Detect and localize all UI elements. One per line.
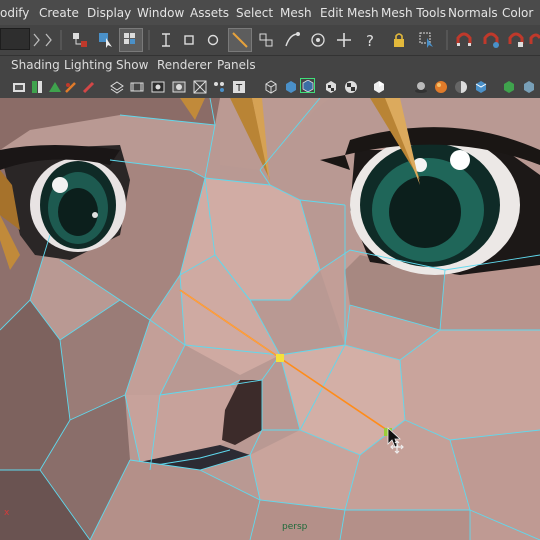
texture-icon[interactable] [322,78,339,95]
menu-mesh[interactable]: Mesh [280,6,312,20]
menu-modify[interactable]: odify [0,6,29,20]
gate-mask-icon[interactable] [170,78,187,95]
smooth-shade-icon[interactable] [282,78,299,95]
svg-text:T: T [235,83,243,94]
panel-menu-show[interactable]: Show [116,58,148,72]
menu-color[interactable]: Color [502,6,533,20]
circle-mode-icon[interactable] [201,28,225,52]
chevron-right-icon[interactable] [32,28,42,52]
toolbar-divider [58,28,64,52]
main-menubar: odify Create Display Window Assets Selec… [0,0,540,26]
magnet-icon[interactable] [452,28,476,52]
xray-icon[interactable] [520,78,537,95]
menu-display[interactable]: Display [87,6,131,20]
menu-assets[interactable]: Assets [190,6,229,20]
face-mesh [0,98,540,540]
panel-menu-lighting[interactable]: Lighting [64,58,113,72]
panel-menu-shading[interactable]: Shading [11,58,60,72]
resolution-gate-icon[interactable] [149,78,166,95]
wireframe-on-shaded-icon[interactable] [300,78,315,93]
toolbar-divider [444,28,450,52]
plus-icon[interactable] [332,28,356,52]
bookmark-icon[interactable] [28,78,45,95]
perspective-viewport[interactable]: x persp [0,98,540,540]
menu-create[interactable]: Create [39,6,79,20]
lock-icon[interactable] [387,28,411,52]
safe-action-icon[interactable] [210,78,227,95]
multisample-icon[interactable] [472,78,489,95]
motion-blur-icon[interactable] [452,78,469,95]
checker-icon[interactable] [342,78,359,95]
field-chart-icon[interactable] [191,78,208,95]
film-gate-icon[interactable] [128,78,145,95]
axis-x-label: x [4,508,10,518]
grease-pencil-icon[interactable] [62,78,79,95]
wireframe-icon[interactable] [262,78,279,95]
square-mode-icon[interactable] [177,28,201,52]
viewport-panel-menu: Shading Lighting Show Renderer Panels [0,56,540,75]
magnet-icon[interactable] [504,28,528,52]
text-title-icon[interactable]: T [230,78,247,95]
select-tool-icon[interactable] [415,28,439,52]
panel-menu-panels[interactable]: Panels [217,58,256,72]
magnet-icon[interactable] [528,28,540,52]
snap-to-point-icon[interactable] [280,28,304,52]
menu-edit-mesh[interactable]: Edit Mesh [320,6,379,20]
toolbar-divider [146,28,152,52]
panel-menu-renderer[interactable]: Renderer [157,58,212,72]
lights-icon[interactable] [370,78,387,95]
vertex-handle [276,354,284,362]
snap-to-grid-icon[interactable] [254,28,278,52]
svg-text:?: ? [366,32,374,50]
help-icon[interactable]: ? [358,28,382,52]
menu-set-dropdown[interactable] [0,28,30,50]
status-line-toolbar: ? [0,25,540,56]
snap-to-view-icon[interactable] [306,28,330,52]
camera-label: persp [282,522,308,532]
vertex-mode-icon[interactable] [154,28,178,52]
menu-mesh-tools[interactable]: Mesh Tools [381,6,446,20]
shadows-icon[interactable] [412,78,429,95]
select-by-hierarchy-icon[interactable] [68,28,92,52]
menu-select[interactable]: Select [236,6,273,20]
ambient-occlusion-icon[interactable] [432,78,449,95]
viewport-panel-toolbar: T [0,75,540,99]
magnet-icon[interactable] [479,28,503,52]
pencil-icon[interactable] [80,78,97,95]
menu-normals[interactable]: Normals [448,6,498,20]
isolate-select-icon[interactable] [500,78,517,95]
menu-window[interactable]: Window [137,6,184,20]
chevron-right-icon[interactable] [44,28,54,52]
select-by-object-icon[interactable] [94,28,118,52]
camera-select-icon[interactable] [10,78,27,95]
select-by-component-icon[interactable] [119,28,143,52]
image-plane-icon[interactable] [46,78,63,95]
snap-to-curve-icon[interactable] [228,28,252,52]
layers-icon[interactable] [108,78,125,95]
